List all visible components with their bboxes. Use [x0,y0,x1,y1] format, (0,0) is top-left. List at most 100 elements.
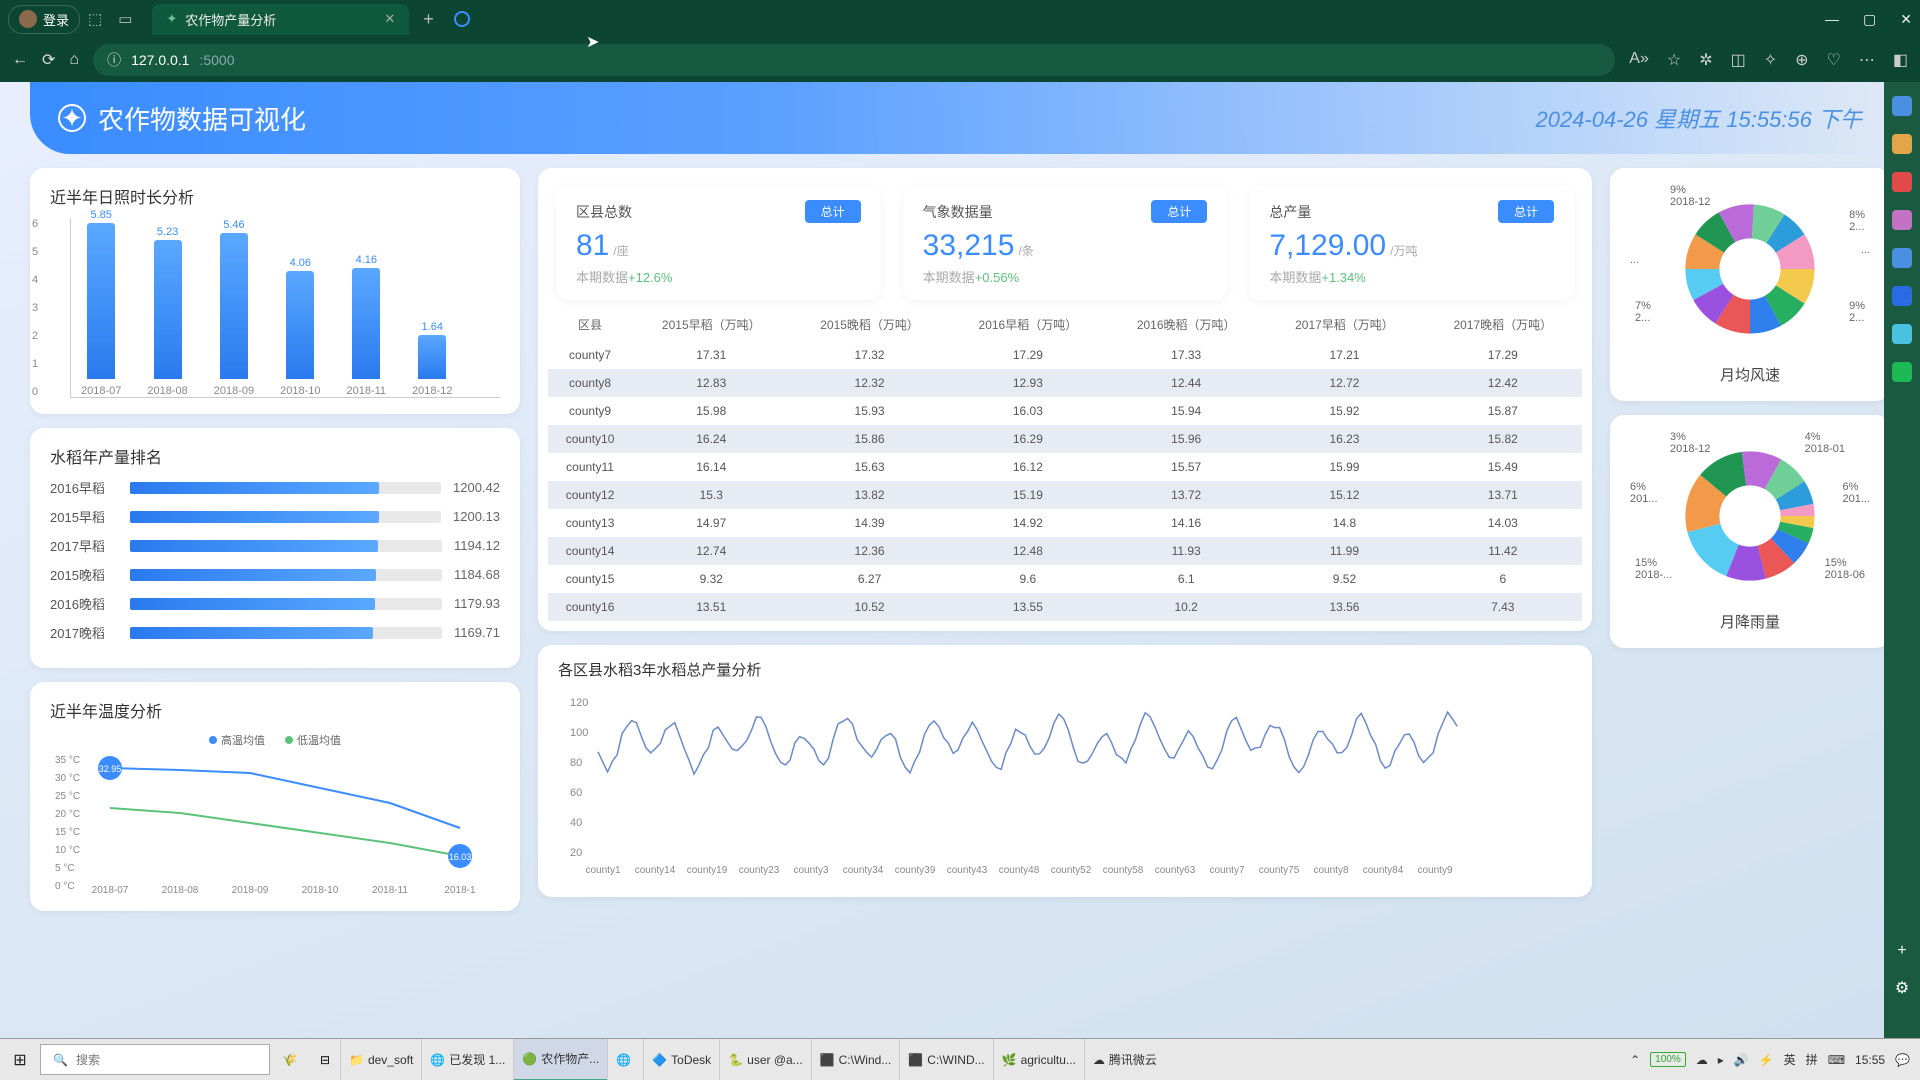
sidebar-m365-icon[interactable] [1892,248,1912,268]
task-view-icon[interactable]: ⊟ [310,1053,340,1067]
search-icon: 🔍 [53,1053,68,1067]
taskbar-clock[interactable]: 15:55 [1855,1053,1885,1067]
tab-actions-icon[interactable]: ▭ [118,10,132,28]
taskbar-app[interactable]: 📁dev_soft [340,1039,421,1080]
url-input[interactable]: ⓘ 127.0.0.1:5000 [93,44,1615,76]
svg-text:30 °C: 30 °C [55,773,80,784]
system-tray: ⌃ 100% ☁ ▸ 🔊 ⚡ 英 拼 ⌨ 15:55 💬 [1620,1051,1920,1068]
svg-text:2018-07: 2018-07 [92,885,129,896]
start-button[interactable]: ⊞ [0,1050,40,1070]
ime-mode[interactable]: 拼 [1806,1051,1818,1068]
sidebar-telegram-icon[interactable] [1892,324,1912,344]
sun-bars: 5.85 2018-07 5.23 2018-08 5.46 2018-09 4… [70,218,500,398]
sidebar-shopping-icon[interactable] [1892,134,1912,154]
sidebar-tools-icon[interactable] [1892,172,1912,192]
svg-text:10 °C: 10 °C [55,845,80,856]
tray-chevron-icon[interactable]: ⌃ [1630,1053,1640,1067]
profile-button[interactable]: 登录 [8,5,80,34]
table-row: county1215.313.8215.1913.7215.1213.71 [548,481,1582,509]
sidebar-settings-icon[interactable]: ⚙ [1895,978,1909,998]
notifications-icon[interactable]: 💬 [1895,1053,1910,1067]
refresh-button[interactable]: ⟳ [42,50,55,70]
bar-2018-11: 4.16 2018-11 [347,254,387,397]
svg-text:county52: county52 [1051,865,1092,876]
sidebar-games-icon[interactable] [1892,210,1912,230]
svg-text:county9: county9 [1417,865,1452,876]
bigline-chart: 12010080604020 county1county14county19co… [558,688,1458,878]
svg-text:32.95: 32.95 [99,764,122,774]
new-tab-button[interactable]: + [423,9,434,30]
network-icon[interactable]: ⚡ [1759,1053,1774,1067]
table-row: county1613.5110.5213.5510.213.567.43 [548,593,1582,621]
rank-row: 2017早稻 1194.12 [50,536,500,555]
svg-text:0 °C: 0 °C [55,881,75,892]
svg-text:county23: county23 [739,865,780,876]
rank-row: 2016早稻 1200.42 [50,478,500,497]
taskbar-app[interactable]: 🌐 [607,1039,643,1080]
downloads-icon[interactable]: ⊕ [1795,50,1808,70]
taskbar-app[interactable]: ☁腾讯微云 [1084,1039,1165,1080]
active-tab[interactable]: ✦ 农作物产量分析 ✕ [152,4,409,35]
taskbar-app[interactable]: 🟢农作物产... [513,1039,607,1080]
home-button[interactable]: ⌂ [69,51,79,69]
taskbar-app[interactable]: 🌐已发现 1... [421,1039,513,1080]
svg-text:county8: county8 [1313,865,1348,876]
sun-duration-card: 近半年日照时长分析 6543210 5.85 2018-07 5.23 2018… [30,168,520,414]
rank-row: 2016晚稻 1179.93 [50,594,500,613]
performance-icon[interactable]: ♡ [1827,50,1841,70]
taskbar-app[interactable]: 🔷ToDesk [643,1039,719,1080]
todesk-tray-icon[interactable]: ▸ [1718,1053,1724,1067]
minimize-button[interactable]: — [1825,11,1839,28]
close-tab-icon[interactable]: ✕ [384,11,395,27]
svg-text:2018-11: 2018-11 [372,885,408,896]
windows-taskbar: ⊞ 🔍 搜索 🌾 ⊟ 📁dev_soft🌐已发现 1...🟢农作物产...🌐🔷T… [0,1038,1920,1080]
ime-lang[interactable]: 英 [1784,1051,1796,1068]
sidebar-outlook-icon[interactable] [1892,286,1912,306]
more-menu-icon[interactable]: ⋯ [1859,50,1875,70]
taskbar-app[interactable]: 🌿agricultu... [993,1039,1084,1080]
ime-keyboard-icon[interactable]: ⌨ [1828,1053,1845,1067]
table-row: county1116.1415.6316.1215.5715.9915.49 [548,453,1582,481]
temp-title: 近半年温度分析 [50,698,500,722]
read-aloud-icon[interactable]: A» [1629,50,1649,70]
svg-text:2018-10: 2018-10 [302,885,339,896]
taskbar-search[interactable]: 🔍 搜索 [40,1044,270,1075]
svg-text:15 °C: 15 °C [55,827,80,838]
onedrive-icon[interactable]: ☁ [1696,1053,1708,1067]
url-port: :5000 [199,52,234,68]
taskbar-app[interactable]: ⬛C:\Wind... [811,1039,900,1080]
svg-text:county39: county39 [895,865,936,876]
page-datetime: 2024-04-26 星期五 15:55:56 下午 [1535,102,1862,134]
svg-text:county43: county43 [947,865,988,876]
window-controls: — ▢ ✕ [1825,11,1912,28]
maximize-button[interactable]: ▢ [1863,11,1876,28]
address-bar: ← ⟳ ⌂ ⓘ 127.0.0.1:5000 A» ☆ ✲ ◫ ✧ ⊕ ♡ ⋯ … [0,38,1920,82]
volume-icon[interactable]: 🔊 [1734,1053,1749,1067]
site-info-icon[interactable]: ⓘ [107,50,121,70]
bar-2018-09: 5.46 2018-09 [214,219,254,397]
sidebar-spotify-icon[interactable] [1892,362,1912,382]
taskbar-app[interactable]: ⬛C:\WIND... [899,1039,992,1080]
favorite-icon[interactable]: ☆ [1667,50,1681,70]
svg-text:120: 120 [570,697,588,709]
split-screen-icon[interactable]: ◫ [1731,50,1746,70]
taskbar-app[interactable]: 🐍user @a... [719,1039,811,1080]
stats-row: 区县总数总计 81/座 本期数据+12.6% 气象数据量总计 33,215/条 … [548,178,1582,308]
stats-and-table-card: 区县总数总计 81/座 本期数据+12.6% 气象数据量总计 33,215/条 … [538,168,1592,631]
copilot-icon[interactable]: ◧ [1893,50,1908,70]
sidebar-search-icon[interactable] [1892,96,1912,116]
collections-icon[interactable]: ✧ [1764,50,1777,70]
battery-indicator[interactable]: 100% [1650,1052,1686,1067]
taskbar-weather-icon[interactable]: 🌾 [270,1053,310,1067]
svg-text:county14: county14 [635,865,676,876]
back-button[interactable]: ← [12,51,28,69]
stat-badge: 总计 [805,200,861,223]
sidebar-add-icon[interactable]: + [1897,942,1906,960]
extensions-icon[interactable]: ✲ [1699,50,1712,70]
svg-text:county48: county48 [999,865,1040,876]
temp-legend: 高温均值 低温均值 [50,732,500,748]
close-window-button[interactable]: ✕ [1900,11,1912,28]
workspaces-icon[interactable]: ⬚ [88,10,102,28]
table-row: county1016.2415.8616.2915.9616.2315.82 [548,425,1582,453]
svg-text:5 °C: 5 °C [55,863,75,874]
